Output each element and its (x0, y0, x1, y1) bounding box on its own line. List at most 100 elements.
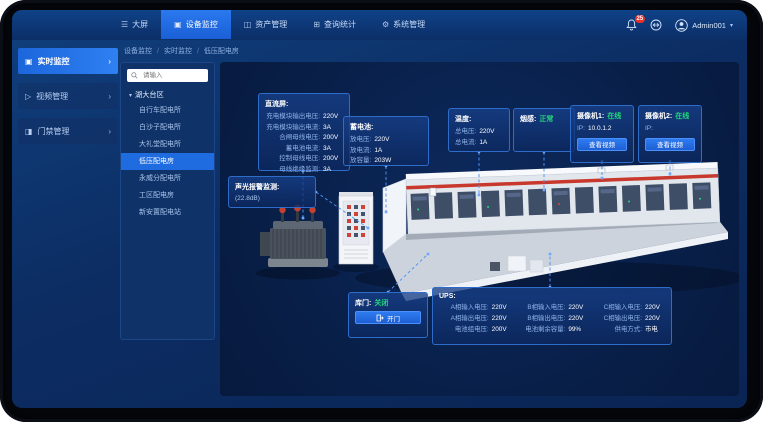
panel-title: 摄像机2: (645, 111, 672, 121)
sidebar-item-video-management[interactable]: ▷ 视频管理 › (18, 83, 118, 109)
panel-title: UPS: (439, 293, 665, 300)
metric-label: 充电模块输出电压: (266, 112, 320, 123)
nav-tab-label: 资产管理 (255, 19, 287, 30)
metric-value: 203W (374, 156, 394, 167)
metric-value: 1A (479, 138, 499, 149)
asset-icon: ◫ (244, 20, 252, 29)
view-video-button-1[interactable]: 查看视频 (577, 138, 627, 151)
camera-status: 在线 (675, 111, 689, 121)
metric-value: 220V (492, 314, 512, 324)
metric-label: 电池剩余容量: (525, 325, 565, 335)
app-window: ☰ 大屏 ▣ 设备监控 ◫ 资产管理 ⊞ 查询统计 ⚙ 系统管理 (12, 10, 747, 408)
breadcrumb-separator: / (197, 48, 199, 55)
panel-camera-1: 摄像机1: 在线 IP:10.0.1.2 查看视频 (570, 105, 634, 163)
metric-value: 3A (323, 165, 343, 176)
metric-label: 放电压: (350, 135, 371, 146)
nav-tab-label: 大屏 (132, 19, 148, 30)
tree-search (127, 69, 208, 82)
avatar-icon (675, 19, 688, 32)
metric-label: 电池组电压: (455, 325, 489, 335)
tree-item[interactable]: 白沙子配电所 (121, 119, 214, 136)
tree-item[interactable]: 自行车配电所 (121, 102, 214, 119)
nav-tab-label: 设备监控 (186, 19, 218, 30)
metric-label: 蓄电池电流: (286, 144, 320, 155)
panel-title: 直流屏: (265, 99, 343, 109)
metric-value: 3A (323, 123, 343, 134)
chevron-right-icon: › (108, 127, 111, 136)
open-door-button[interactable]: 开门 (355, 311, 421, 324)
nav-tab-dashboard[interactable]: ☰ 大屏 (108, 10, 161, 39)
view-video-button-2[interactable]: 查看视频 (645, 138, 695, 151)
metric-label: 供电方式: (615, 325, 642, 335)
panel-smoke-sensor: 烟感: 正常 (513, 108, 575, 152)
metric-value: 220V (645, 314, 665, 324)
metric-label: C相输入电压: (604, 303, 642, 313)
metric-value: 市电 (645, 325, 665, 335)
station-tree-panel: ▾ 湖大台区 自行车配电所 白沙子配电所 大礼堂配电所 低压配电房 永威分配电所… (120, 62, 215, 340)
metric-value: 220V (645, 303, 665, 313)
dashboard-icon: ☰ (121, 20, 128, 29)
user-menu[interactable]: Admin001 ▾ (675, 19, 733, 32)
panel-title: 声光报警监测: (235, 182, 309, 192)
fullscreen-icon[interactable] (650, 19, 662, 31)
metric-value: 200V (323, 133, 343, 144)
transformer (260, 205, 328, 267)
search-input[interactable] (141, 71, 204, 80)
video-icon: ▷ (25, 92, 31, 101)
metric-label: 充电模块输出电流: (266, 123, 320, 134)
panel-title: 蓄电池: (350, 122, 422, 132)
metric-value: 220V (492, 303, 512, 313)
tree-item[interactable]: 大礼堂配电所 (121, 136, 214, 153)
metric-value: 99% (568, 325, 588, 335)
gear-icon: ⚙ (382, 20, 389, 29)
panel-battery: 蓄电池: 放电压:220V 放电流:1A 放容量:203W (343, 116, 429, 166)
tree-item[interactable]: 永威分配电所 (121, 170, 214, 187)
camera-status: 在线 (607, 111, 621, 121)
topbar-right-cluster: 25 Admin001 ▾ (626, 10, 733, 40)
tree-item-active[interactable]: 低压配电房 (121, 153, 214, 170)
panel-title: 温度: (455, 114, 503, 124)
chevron-right-icon: › (108, 92, 111, 101)
panel-title: 烟感: (520, 114, 536, 124)
metric-value: 220V (568, 314, 588, 324)
top-navigation-bar: ☰ 大屏 ▣ 设备监控 ◫ 资产管理 ⊞ 查询统计 ⚙ 系统管理 (12, 10, 747, 40)
sidebar-item-access-control[interactable]: ◨ 门禁管理 › (18, 118, 118, 144)
tree-item[interactable]: 工区配电房 (121, 187, 214, 204)
breadcrumb-item[interactable]: 设备监控 (124, 46, 152, 56)
nav-tab-label: 查询统计 (324, 19, 356, 30)
metric-value: 220V (568, 303, 588, 313)
chevron-down-icon: ▾ (730, 22, 733, 29)
nav-tab-device-monitor[interactable]: ▣ 设备监控 (161, 10, 231, 39)
caret-down-icon: ▾ (129, 92, 132, 99)
chevron-right-icon: › (108, 57, 111, 66)
sidebar-item-realtime-monitor[interactable]: ▣ 实时监控 › (18, 48, 118, 74)
breadcrumb-separator: / (157, 48, 159, 55)
breadcrumb-item[interactable]: 低压配电房 (204, 46, 239, 56)
metric-value: 220V (479, 127, 499, 138)
metric-label: B相输出电压: (527, 314, 565, 324)
room-monitor-canvas: 直流屏: 充电模块输出电压:220V 充电模块输出电流:3A 合闸母线电压:20… (220, 62, 739, 396)
smoke-status: 正常 (539, 114, 553, 124)
sound-value: (22.8dB) (235, 195, 309, 202)
panel-temperature: 温度: 总电压:220V 总电流:1A (448, 108, 510, 152)
notification-badge: 25 (635, 15, 646, 23)
nav-tab-asset-management[interactable]: ◫ 资产管理 (231, 10, 301, 39)
tree-item[interactable]: 新安置配电站 (121, 204, 214, 221)
metric-value: 200V (323, 154, 343, 165)
metric-value: 1A (374, 146, 394, 157)
ip-value: 10.0.1.2 (588, 124, 612, 135)
ups-grid: A相输入电压:220V B相输入电压:220V C相输入电压:220V A相输出… (439, 303, 665, 335)
device-frame: ☰ 大屏 ▣ 设备监控 ◫ 资产管理 ⊞ 查询统计 ⚙ 系统管理 (0, 0, 763, 422)
tree-root-node[interactable]: ▾ 湖大台区 (121, 88, 214, 102)
metric-value: 220V (323, 112, 343, 123)
breadcrumb-item[interactable]: 实时监控 (164, 46, 192, 56)
stats-icon: ⊞ (313, 20, 320, 29)
metric-label: 总电压: (455, 127, 476, 138)
notifications-button[interactable]: 25 (626, 19, 637, 31)
panel-dc-screen: 直流屏: 充电模块输出电压:220V 充电模块输出电流:3A 合闸母线电压:20… (258, 93, 350, 171)
metric-value: 220V (374, 135, 394, 146)
nav-tab-system-management[interactable]: ⚙ 系统管理 (369, 10, 438, 39)
panel-door: 库门: 关闭 开门 (348, 292, 428, 338)
nav-tab-query-stats[interactable]: ⊞ 查询统计 (300, 10, 369, 39)
tree-root-label: 湖大台区 (135, 90, 164, 100)
